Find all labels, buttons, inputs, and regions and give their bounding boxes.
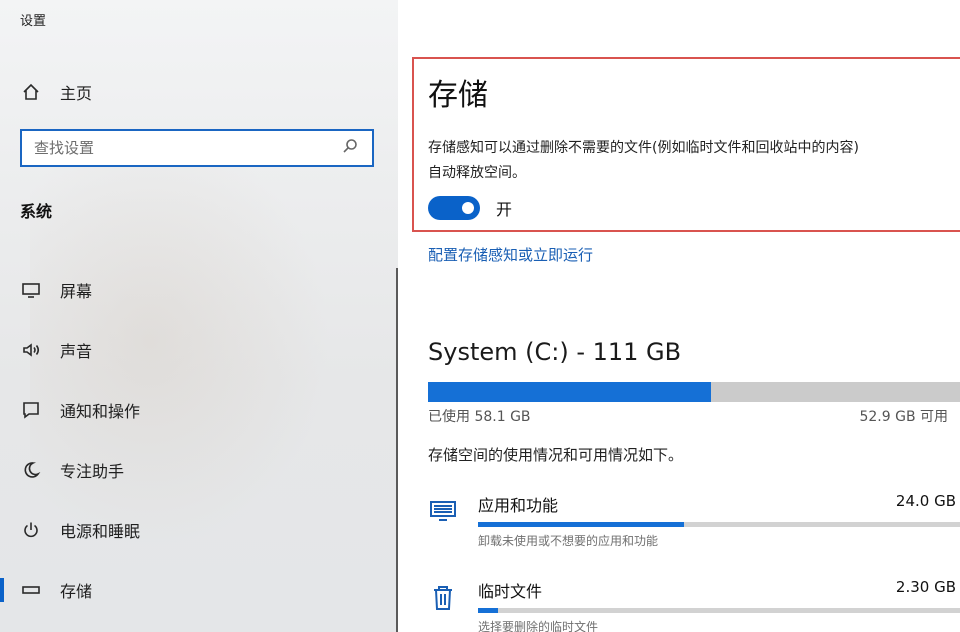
sidebar-item-power-sleep[interactable]: 电源和睡眠 [0, 500, 396, 560]
category-subtitle: 选择要删除的临时文件 [478, 620, 599, 632]
window-title: 设置 [20, 14, 47, 29]
used-space-label: 已使用 58.1 GB [428, 409, 531, 425]
description-line: 自动释放空间。 [428, 165, 526, 181]
category-name: 应用和功能 [478, 496, 559, 515]
page-title: 存储 [428, 78, 488, 113]
storage-icon [20, 579, 42, 601]
sidebar-item-label: 存储 [60, 582, 93, 601]
drive-usage-bar [428, 382, 960, 402]
category-bar-fill [478, 522, 684, 527]
toggle-state-label: 开 [496, 200, 513, 219]
sidebar-item-notifications[interactable]: 通知和操作 [0, 380, 396, 440]
sidebar-item-label: 声音 [60, 342, 93, 361]
section-heading: 系统 [20, 202, 53, 221]
sidebar-item-storage[interactable]: 存储 [0, 560, 396, 620]
sidebar-item-focus-assist[interactable]: 专注助手 [0, 440, 396, 500]
sidebar-nav: 屏幕 声音 通知和操作 专注助手 电源和睡眠 存储 [0, 260, 396, 620]
sidebar-item-label: 专注助手 [60, 462, 125, 481]
sidebar-item-home[interactable]: 主页 [20, 78, 92, 106]
monitor-icon [20, 279, 42, 301]
category-bar [478, 522, 960, 527]
category-subtitle: 卸载未使用或不想要的应用和功能 [478, 534, 659, 548]
moon-icon [20, 459, 42, 481]
sidebar-item-label: 通知和操作 [60, 402, 141, 421]
category-bar [478, 608, 960, 613]
storage-sense-description: 存储感知可以通过删除不需要的文件(例如临时文件和回收站中的内容) 自动释放空间。 [428, 136, 960, 186]
category-temp-files[interactable]: 临时文件 2.30 GB 选择要删除的临时文件 [428, 578, 960, 632]
sidebar: 设置 主页 系统 屏幕 声音 通知和操作 [0, 0, 398, 632]
free-space-label: 52.9 GB 可用 [859, 409, 948, 425]
usage-description: 存储空间的使用情况和可用情况如下。 [428, 446, 684, 464]
speaker-icon [20, 339, 42, 361]
drive-title: System (C:) - 111 GB [428, 338, 682, 366]
search-box[interactable] [20, 129, 374, 167]
search-icon[interactable] [342, 138, 362, 158]
notification-icon [20, 399, 42, 421]
configure-storage-sense-link[interactable]: 配置存储感知或立即运行 [428, 244, 593, 265]
category-name: 临时文件 [478, 582, 543, 601]
sidebar-item-display[interactable]: 屏幕 [0, 260, 396, 320]
sidebar-item-label: 屏幕 [60, 282, 93, 301]
category-bar-fill [478, 608, 498, 613]
drive-usage-fill [428, 382, 711, 402]
sidebar-item-label: 主页 [60, 84, 93, 103]
sidebar-item-label: 电源和睡眠 [60, 522, 141, 541]
trash-icon [428, 582, 458, 612]
storage-sense-toggle-row: 开 [428, 196, 512, 220]
search-input[interactable] [22, 138, 342, 158]
main-content: 存储 存储感知可以通过删除不需要的文件(例如临时文件和回收站中的内容) 自动释放… [398, 0, 960, 632]
category-apps-features[interactable]: 应用和功能 24.0 GB 卸载未使用或不想要的应用和功能 [428, 492, 960, 552]
storage-sense-toggle[interactable] [428, 196, 480, 220]
sidebar-item-sound[interactable]: 声音 [0, 320, 396, 380]
description-line: 存储感知可以通过删除不需要的文件(例如临时文件和回收站中的内容) [428, 140, 859, 156]
category-size: 2.30 GB [895, 578, 956, 596]
toggle-knob [462, 202, 474, 214]
home-icon [20, 81, 42, 103]
category-size: 24.0 GB [895, 492, 956, 510]
apps-icon [428, 496, 458, 526]
power-icon [20, 519, 42, 541]
